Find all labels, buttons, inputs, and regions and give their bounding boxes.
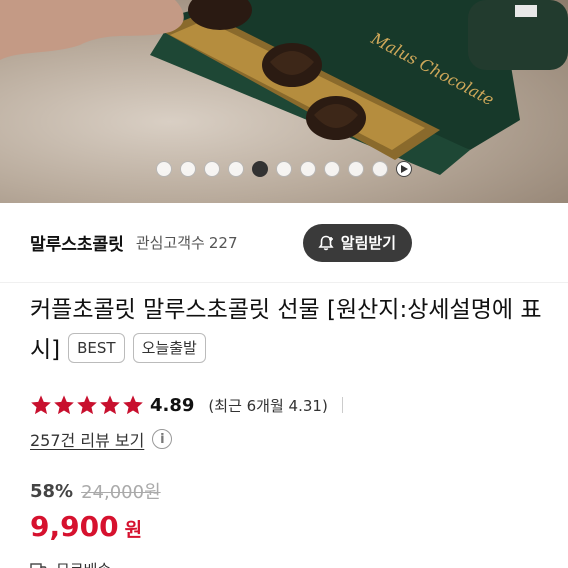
info-icon[interactable]: i	[152, 429, 173, 449]
product-image-carousel[interactable]: Malus Chocolate	[0, 0, 568, 203]
star-icon	[54, 395, 74, 415]
currency-unit: 원	[124, 519, 143, 541]
carousel-dot[interactable]	[300, 161, 316, 177]
star-icon	[31, 395, 51, 415]
alarm-button[interactable]: 알림받기	[302, 223, 412, 262]
divider	[341, 397, 343, 413]
shipping-text: 무료배송	[56, 559, 111, 568]
bell-plus-icon	[318, 235, 334, 250]
badge-best: BEST	[68, 332, 125, 363]
watch-count: 관심고객수 227	[136, 232, 238, 253]
carousel-dot[interactable]	[276, 161, 292, 177]
carousel-dot[interactable]	[156, 161, 172, 177]
sale-price: 9,900	[30, 510, 119, 543]
product-title: 커플초콜릿 말루스초콜릿 선물 [원산지:상세설명에 표시] BEST 오늘출발	[30, 290, 550, 370]
carousel-dot[interactable]	[372, 161, 388, 177]
carousel-dot[interactable]	[324, 161, 340, 177]
carousel-play-icon[interactable]	[396, 161, 412, 177]
recent-rating: (최근 6개월 4.31)	[208, 396, 328, 415]
seller-row: 말루스초콜릿 관심고객수 227 알림받기	[0, 203, 568, 283]
rating-score: 4.89	[150, 394, 195, 416]
carousel-indicators	[0, 161, 568, 179]
carousel-dot[interactable]	[228, 161, 244, 177]
rating-stars	[30, 394, 144, 416]
discount-row: 58% 24,000원	[30, 478, 161, 504]
sale-price-row: 9,900 원	[30, 510, 142, 548]
seller-name-link[interactable]: 말루스초콜릿	[30, 230, 124, 255]
watch-count-value: 227	[208, 234, 238, 252]
discount-rate: 58%	[30, 480, 74, 502]
badge-today-ship: 오늘출발	[132, 332, 206, 363]
star-icon	[123, 395, 143, 415]
original-price: 24,000원	[81, 482, 161, 503]
shipping-row: 무료배송	[30, 558, 111, 568]
review-row: 257건 리뷰 보기 i	[30, 425, 173, 453]
watch-label: 관심고객수	[135, 234, 205, 252]
rating-row: 4.89 (최근 6개월 4.31)	[30, 391, 343, 419]
star-icon	[77, 395, 97, 415]
review-link[interactable]: 257건 리뷰 보기	[30, 427, 144, 451]
star-icon	[100, 395, 120, 415]
carousel-dot[interactable]	[348, 161, 364, 177]
alarm-button-label: 알림받기	[340, 234, 396, 252]
carousel-dot[interactable]	[252, 161, 268, 177]
carousel-dot[interactable]	[180, 161, 196, 177]
carousel-dot[interactable]	[204, 161, 220, 177]
truck-icon	[30, 563, 47, 568]
